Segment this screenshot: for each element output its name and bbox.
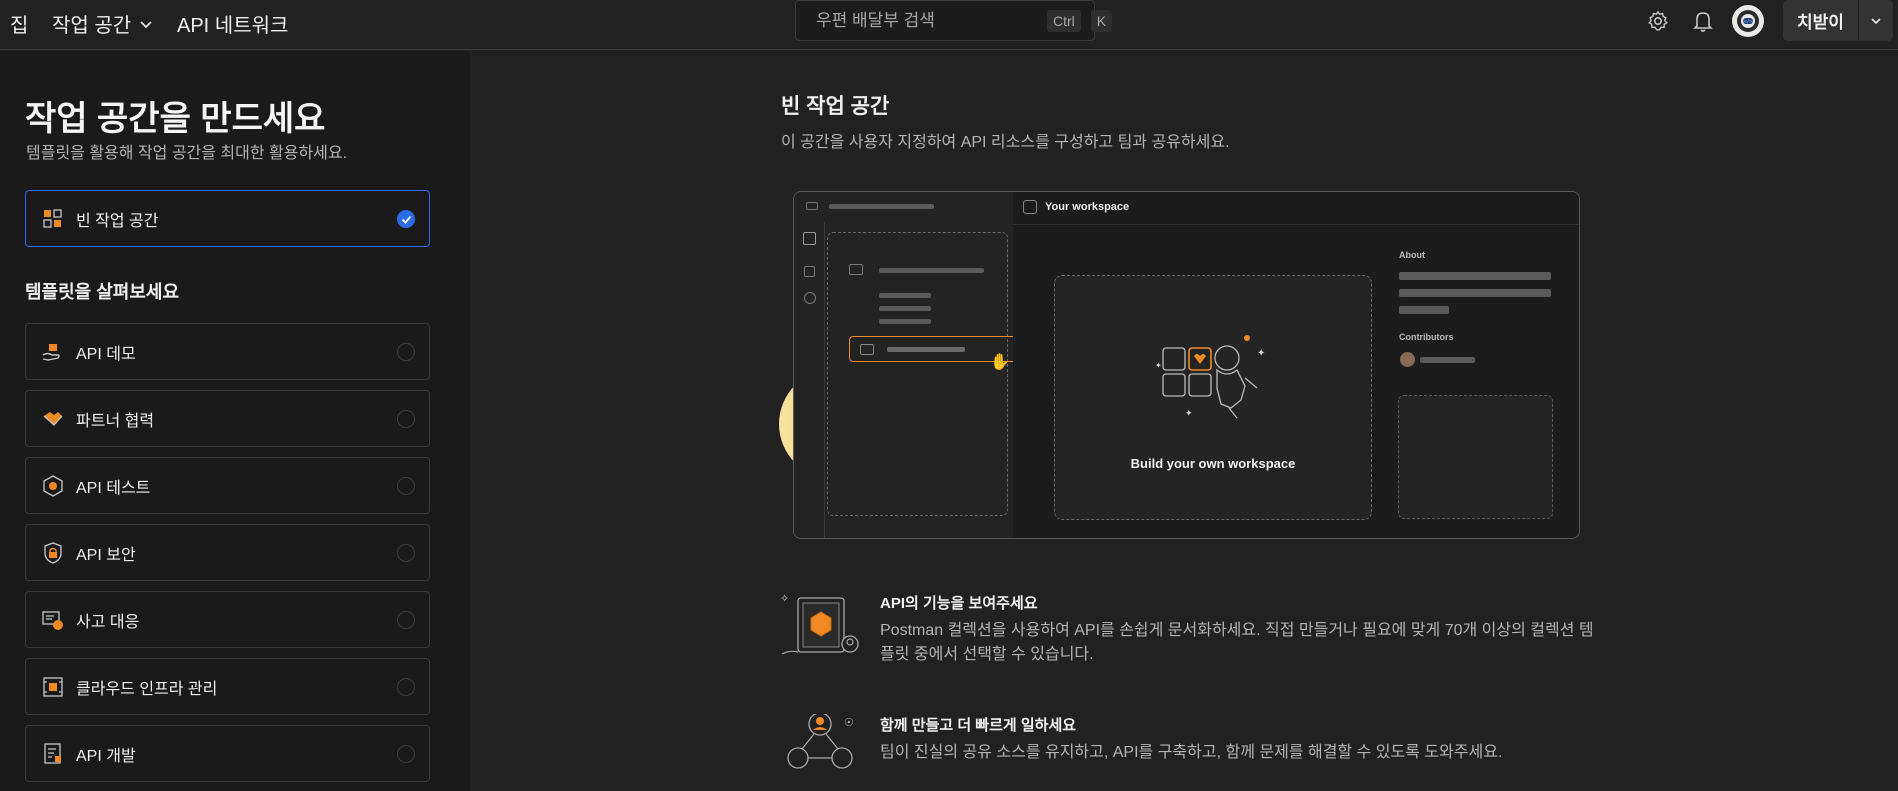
option-blank-workspace[interactable]: 빈 작업 공간 bbox=[25, 190, 430, 247]
nav-workspace-menu[interactable]: 작업 공간 bbox=[52, 9, 153, 38]
feature-title: 함께 만들고 더 빠르게 일하세요 bbox=[880, 717, 1077, 734]
radio[interactable] bbox=[397, 343, 415, 361]
radio[interactable] bbox=[397, 678, 415, 696]
user-menu-button[interactable]: 치받이 bbox=[1783, 0, 1893, 41]
template-label: 파트너 협력 bbox=[76, 412, 155, 430]
hand-box-icon bbox=[42, 341, 64, 363]
preview-main: Your workspace ✦ ✦ ✦ Build your own work… bbox=[1013, 192, 1579, 538]
team-icon bbox=[806, 202, 818, 210]
preview-caption: Build your own workspace bbox=[1130, 456, 1296, 471]
feature-collaborate: ☉ 함께 만들고 더 빠르게 일하세요 팀이 진실의 공유 소스를 유지하고, … bbox=[780, 712, 1600, 784]
folder-icon bbox=[849, 264, 863, 275]
astronaut-illustration-icon: ✦ ✦ ✦ bbox=[1155, 335, 1265, 419]
astronaut-avatar-icon: </> bbox=[1737, 10, 1759, 32]
grid-blocks-icon bbox=[42, 208, 64, 230]
nav-home[interactable]: 집 bbox=[10, 9, 28, 38]
create-workspace-panel: 작업 공간을 만드세요 템플릿을 활용해 작업 공간을 최대한 활용하세요. 빈… bbox=[0, 51, 470, 791]
nav-api-network[interactable]: API 네트워크 bbox=[177, 9, 288, 38]
template-api-test[interactable]: API 테스트 bbox=[25, 457, 430, 514]
alert-monitor-icon bbox=[42, 609, 64, 631]
notifications-button[interactable] bbox=[1690, 8, 1716, 34]
user-name[interactable]: 치받이 bbox=[1783, 0, 1859, 41]
workspace-preview: ✋ Your workspace ✦ ✦ ✦ Build your own wo… bbox=[793, 191, 1580, 539]
svg-text:☉: ☉ bbox=[844, 716, 854, 729]
folder-icon bbox=[860, 344, 874, 355]
build-workspace-card: ✦ ✦ ✦ Build your own workspace bbox=[1054, 275, 1372, 520]
svg-text:✦: ✦ bbox=[1185, 409, 1193, 419]
radio[interactable] bbox=[397, 477, 415, 495]
template-api-security[interactable]: API 보안 bbox=[25, 524, 430, 581]
contributor-avatar bbox=[1400, 352, 1415, 367]
svg-text:✧: ✧ bbox=[780, 592, 789, 605]
feature-description: 팀이 진실의 공유 소스를 유지하고, API를 구축하고, 함께 문제를 해결… bbox=[880, 744, 1503, 761]
gear-hex-icon bbox=[42, 474, 64, 497]
radio-selected[interactable] bbox=[397, 210, 415, 228]
search-bar[interactable]: Ctrl K bbox=[795, 0, 1113, 41]
contributors-label: Contributors bbox=[1399, 332, 1454, 342]
option-label: 빈 작업 공간 bbox=[76, 212, 159, 230]
template-label: API 개발 bbox=[76, 747, 136, 765]
about-label: About bbox=[1399, 250, 1425, 260]
template-label: API 데모 bbox=[76, 345, 136, 363]
templates-heading: 템플릿을 살펴보세요 bbox=[25, 282, 180, 302]
radio[interactable] bbox=[397, 544, 415, 562]
team-collab-icon: ☉ bbox=[780, 712, 862, 784]
feature-description: Postman 컬렉션을 사용하여 API를 손쉽게 문서화하세요. 직접 만들… bbox=[880, 622, 1594, 663]
radio[interactable] bbox=[397, 611, 415, 629]
bell-icon bbox=[1693, 12, 1713, 32]
document-code-icon bbox=[42, 742, 64, 765]
template-label: 클라우드 인프라 관리 bbox=[76, 680, 218, 698]
page-title: 작업 공간을 만드세요 bbox=[25, 100, 326, 138]
template-incident[interactable]: 사고 대응 bbox=[25, 591, 430, 648]
environments-icon bbox=[804, 266, 815, 277]
preview-header: Your workspace bbox=[1045, 201, 1130, 213]
server-icon bbox=[42, 676, 64, 698]
radio[interactable] bbox=[397, 745, 415, 763]
nav-workspace-label: 작업 공간 bbox=[52, 15, 132, 37]
collections-icon bbox=[803, 232, 816, 245]
avatar[interactable]: </> bbox=[1732, 5, 1764, 37]
search-input[interactable] bbox=[816, 10, 1037, 31]
template-label: API 보안 bbox=[76, 546, 136, 564]
template-cloud-infra[interactable]: 클라우드 인프라 관리 bbox=[25, 658, 430, 715]
template-label: 사고 대응 bbox=[76, 613, 140, 631]
chevron-down-icon bbox=[140, 20, 152, 28]
radio[interactable] bbox=[397, 410, 415, 428]
placeholder-bar bbox=[829, 204, 934, 209]
page-subtitle: 템플릿을 활용해 작업 공간을 최대한 활용하세요. bbox=[26, 145, 348, 162]
blank-workspace-title: 빈 작업 공간 bbox=[781, 95, 890, 118]
settings-button[interactable] bbox=[1645, 8, 1671, 34]
svg-text:✦: ✦ bbox=[1155, 361, 1162, 370]
lock-shield-icon bbox=[42, 541, 64, 564]
preview-sidebar: ✋ bbox=[794, 192, 1035, 538]
template-label: API 테스트 bbox=[76, 479, 151, 497]
chevron-down-icon bbox=[1871, 17, 1881, 24]
svg-text:</>: </> bbox=[1743, 19, 1753, 25]
team-icon bbox=[1023, 200, 1037, 214]
user-menu-caret[interactable] bbox=[1859, 0, 1893, 41]
template-api-demo[interactable]: API 데모 bbox=[25, 323, 430, 380]
handshake-icon bbox=[42, 408, 64, 430]
shortcut-k: K bbox=[1090, 9, 1113, 32]
feature-title: API의 기능을 보여주세요 bbox=[880, 595, 1038, 612]
blank-workspace-subtitle: 이 공간을 사용자 지정하여 API 리소스를 구성하고 팀과 공유하세요. bbox=[781, 134, 1230, 151]
shortcut-ctrl: Ctrl bbox=[1047, 9, 1081, 32]
gear-icon bbox=[1648, 10, 1668, 31]
feature-showcase: ✧ API의 기능을 보여주세요 Postman 컬렉션을 사용하여 API를 … bbox=[780, 592, 1600, 667]
top-bar: 집 작업 공간 API 네트워크 Ctrl K </> 치받이 bbox=[0, 0, 1898, 50]
template-api-dev[interactable]: API 개발 bbox=[25, 725, 430, 782]
check-icon bbox=[401, 215, 411, 224]
hand-cursor-icon: ✋ bbox=[990, 354, 1010, 371]
template-partner[interactable]: 파트너 협력 bbox=[25, 390, 430, 447]
api-showcase-icon: ✧ bbox=[780, 592, 862, 662]
history-icon bbox=[804, 292, 816, 304]
svg-text:✦: ✦ bbox=[1257, 348, 1265, 359]
